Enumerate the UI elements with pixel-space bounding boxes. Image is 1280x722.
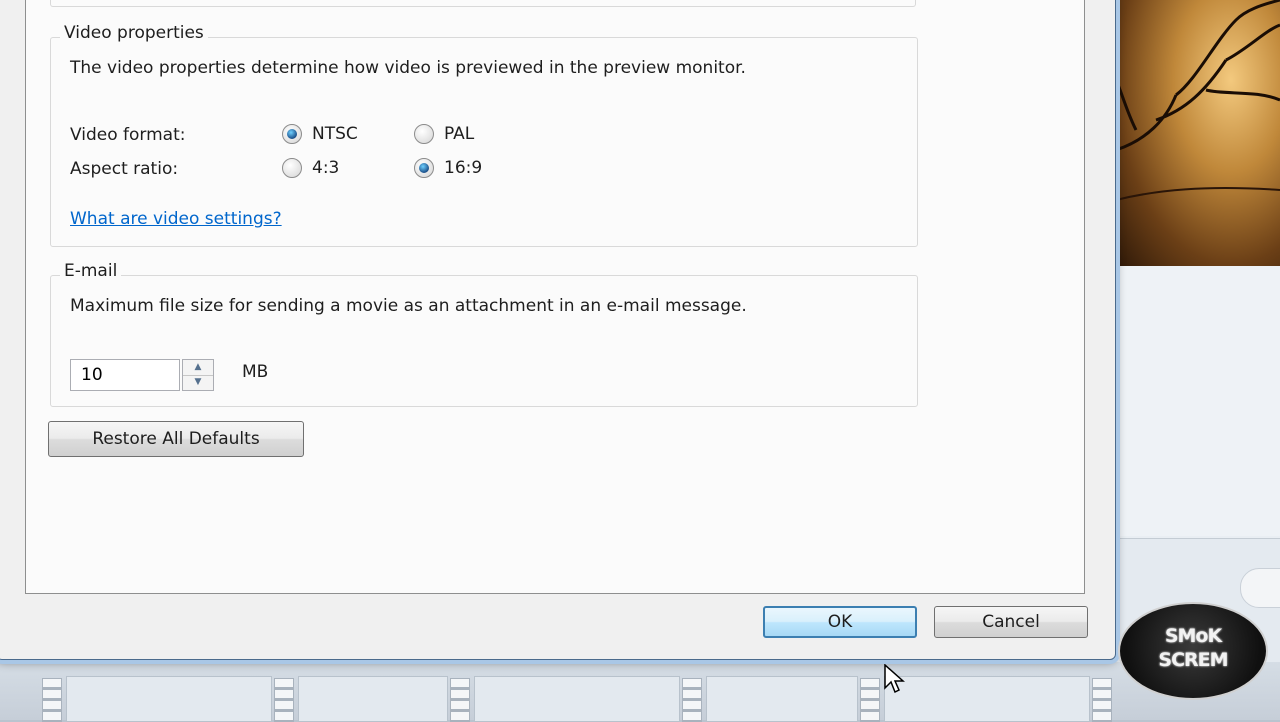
storyboard-frame[interactable] [474, 676, 680, 722]
tree-silhouette-icon [1116, 0, 1280, 201]
email-description: Maximum file size for sending a movie as… [70, 296, 747, 316]
cancel-button[interactable]: Cancel [934, 606, 1088, 638]
radio-aspect-16-9-label: 16:9 [444, 158, 483, 178]
radio-ntsc-indicator[interactable] [282, 124, 302, 144]
storyboard-filmstrip [0, 662, 1280, 722]
spin-down-arrow-icon[interactable]: ▼ [183, 375, 213, 390]
watermark-line-1: SMoK [1164, 625, 1222, 647]
radio-ntsc-label: NTSC [312, 124, 358, 144]
storyboard-frame[interactable] [884, 676, 1090, 722]
radio-pal-indicator[interactable] [414, 124, 434, 144]
video-properties-title: Video properties [60, 23, 208, 43]
radio-pal-label: PAL [444, 124, 475, 144]
background-panel [1116, 266, 1280, 536]
aspect-ratio-label: Aspect ratio: [70, 159, 179, 179]
film-sprocket [274, 678, 294, 722]
video-properties-description: The video properties determine how video… [70, 58, 746, 78]
dialog-content-panel: Video properties The video properties de… [25, 0, 1085, 594]
background-photo-thumbnail [1116, 0, 1280, 266]
spinner-arrows[interactable]: ▲ ▼ [182, 359, 214, 391]
max-file-size-spinner[interactable]: ▲ ▼ [70, 359, 214, 391]
storyboard-frame[interactable] [298, 676, 448, 722]
watermark-line-2: SCREM [1158, 649, 1228, 671]
max-file-size-input[interactable] [70, 359, 180, 391]
background-pill-control [1240, 568, 1280, 608]
radio-aspect-4-3-indicator[interactable] [282, 158, 302, 178]
radio-aspect-16-9-indicator[interactable] [414, 158, 434, 178]
radio-ntsc[interactable]: NTSC [282, 124, 358, 144]
radio-pal[interactable]: PAL [414, 124, 474, 144]
film-sprocket [682, 678, 702, 722]
storyboard-frame[interactable] [706, 676, 858, 722]
film-sprocket [1092, 678, 1112, 722]
film-sprocket [860, 678, 880, 722]
watermark-logo: SMoK SCREM [1118, 602, 1268, 700]
ok-button[interactable]: OK [763, 606, 917, 638]
radio-aspect-4-3-label: 4:3 [312, 158, 340, 178]
radio-aspect-16-9[interactable]: 16:9 [414, 158, 482, 178]
file-size-unit: MB [242, 362, 269, 382]
restore-all-defaults-button[interactable]: Restore All Defaults [48, 421, 304, 457]
film-sprocket [42, 678, 62, 722]
video-settings-help-link[interactable]: What are video settings? [70, 209, 282, 229]
radio-aspect-4-3[interactable]: 4:3 [282, 158, 339, 178]
storyboard-frame[interactable] [66, 676, 272, 722]
film-sprocket [450, 678, 470, 722]
previous-group-box [50, 0, 916, 7]
video-format-label: Video format: [70, 125, 186, 145]
email-group-title: E-mail [60, 261, 122, 281]
options-dialog: Video properties The video properties de… [0, 0, 1116, 660]
spin-up-arrow-icon[interactable]: ▲ [183, 360, 213, 376]
mouse-pointer-icon [884, 664, 905, 694]
